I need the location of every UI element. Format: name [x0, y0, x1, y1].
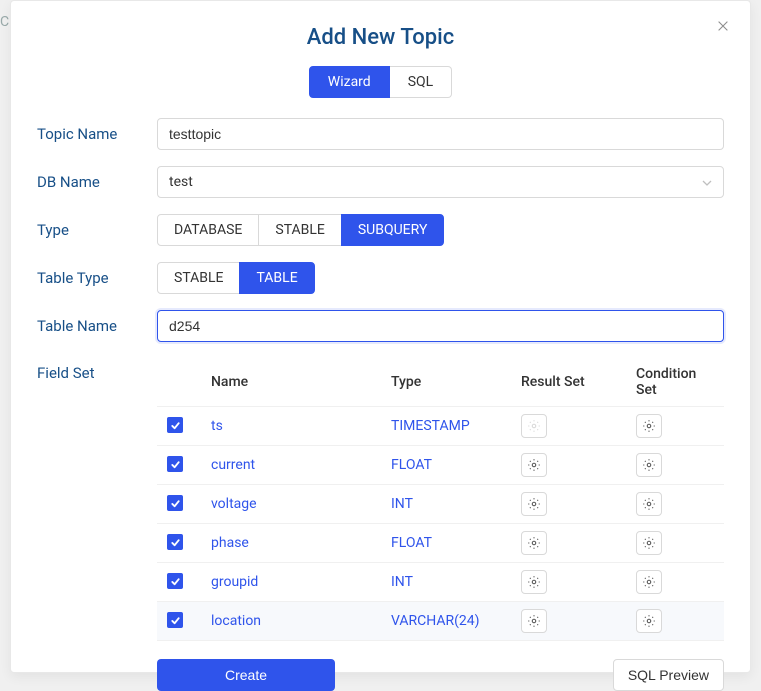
create-button[interactable]: Create	[157, 659, 335, 691]
type-subquery-button[interactable]: SUBQUERY	[341, 214, 445, 246]
condition-set-gear-icon[interactable]	[636, 414, 662, 438]
type-radio-group: DATABASE STABLE SUBQUERY	[157, 214, 724, 246]
field-checkbox[interactable]	[167, 573, 183, 589]
close-icon[interactable]	[716, 19, 730, 36]
field-type: INT	[381, 563, 511, 602]
table-row: currentFLOAT	[157, 446, 724, 485]
result-set-gear-icon	[521, 414, 547, 438]
field-name: phase	[201, 524, 381, 563]
type-database-button[interactable]: DATABASE	[157, 214, 259, 246]
mode-toggle: Wizard SQL	[37, 66, 724, 98]
condition-set-gear-icon[interactable]	[636, 531, 662, 555]
mode-wizard-button[interactable]: Wizard	[309, 66, 390, 98]
condition-set-gear-icon[interactable]	[636, 570, 662, 594]
table-type-radio-group: STABLE TABLE	[157, 262, 724, 294]
col-header-result: Result Set	[511, 358, 626, 407]
db-name-value: test	[169, 174, 193, 190]
table-row: locationVARCHAR(24)	[157, 602, 724, 641]
field-type: FLOAT	[381, 524, 511, 563]
table-name-input[interactable]	[157, 310, 724, 342]
condition-set-gear-icon[interactable]	[636, 453, 662, 477]
field-type: TIMESTAMP	[381, 407, 511, 446]
result-set-gear-icon[interactable]	[521, 609, 547, 633]
db-name-label: DB Name	[37, 173, 157, 191]
table-name-label: Table Name	[37, 317, 157, 335]
field-type: FLOAT	[381, 446, 511, 485]
db-name-select[interactable]: test	[157, 166, 724, 198]
sql-preview-button[interactable]: SQL Preview	[613, 659, 724, 691]
field-checkbox[interactable]	[167, 612, 183, 628]
field-set-label: Field Set	[37, 358, 157, 382]
table-type-table-button[interactable]: TABLE	[239, 262, 314, 294]
type-stable-button[interactable]: STABLE	[258, 214, 341, 246]
table-row: voltageINT	[157, 485, 724, 524]
col-header-type: Type	[381, 358, 511, 407]
mode-sql-button[interactable]: SQL	[390, 66, 452, 98]
type-label: Type	[37, 221, 157, 239]
field-checkbox[interactable]	[167, 456, 183, 472]
condition-set-gear-icon[interactable]	[636, 492, 662, 516]
field-type: VARCHAR(24)	[381, 602, 511, 641]
table-row: tsTIMESTAMP	[157, 407, 724, 446]
field-type: INT	[381, 485, 511, 524]
table-row: groupidINT	[157, 563, 724, 602]
field-checkbox[interactable]	[167, 495, 183, 511]
col-header-name: Name	[201, 358, 381, 407]
table-type-label: Table Type	[37, 269, 157, 287]
field-checkbox[interactable]	[167, 417, 183, 433]
table-type-stable-button[interactable]: STABLE	[157, 262, 240, 294]
background-hint: C	[0, 14, 9, 30]
field-name: ts	[201, 407, 381, 446]
field-set-table: Name Type Result Set Condition Set tsTIM…	[157, 358, 724, 641]
add-topic-dialog: Add New Topic Wizard SQL Topic Name DB N…	[10, 0, 751, 673]
topic-name-input[interactable]	[157, 118, 724, 150]
chevron-down-icon	[702, 176, 712, 189]
result-set-gear-icon[interactable]	[521, 570, 547, 594]
col-header-condition: Condition Set	[626, 358, 724, 407]
condition-set-gear-icon[interactable]	[636, 609, 662, 633]
field-name: groupid	[201, 563, 381, 602]
result-set-gear-icon[interactable]	[521, 531, 547, 555]
result-set-gear-icon[interactable]	[521, 453, 547, 477]
dialog-title: Add New Topic	[37, 25, 724, 50]
result-set-gear-icon[interactable]	[521, 492, 547, 516]
topic-name-label: Topic Name	[37, 125, 157, 143]
table-row: phaseFLOAT	[157, 524, 724, 563]
field-name: voltage	[201, 485, 381, 524]
field-name: location	[201, 602, 381, 641]
field-name: current	[201, 446, 381, 485]
field-checkbox[interactable]	[167, 534, 183, 550]
